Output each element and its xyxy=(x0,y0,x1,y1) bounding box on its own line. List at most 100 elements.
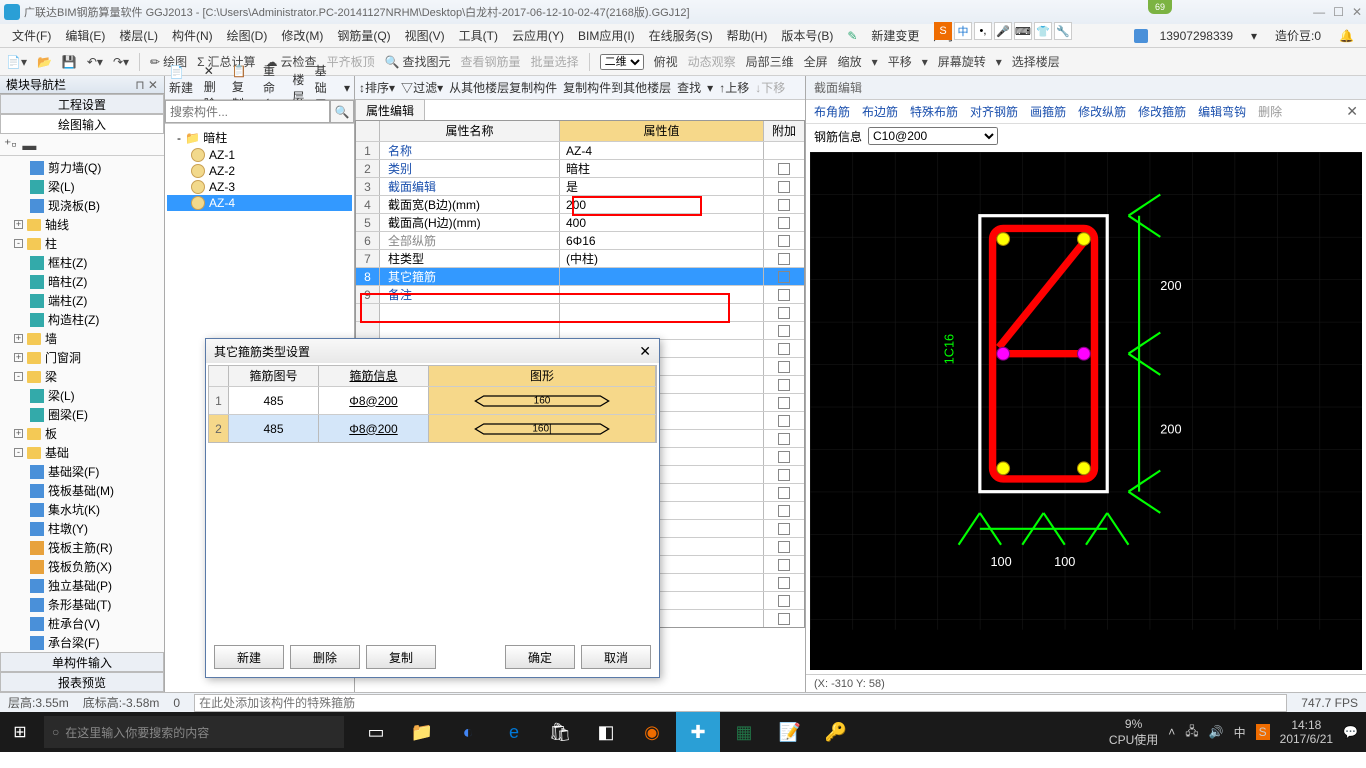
tab-hook[interactable]: 编辑弯钩 xyxy=(1198,103,1246,120)
save-icon[interactable]: 💾 xyxy=(62,55,77,69)
tray-ime1[interactable]: 中 xyxy=(1234,724,1246,741)
local3d-button[interactable]: 局部三维 xyxy=(746,53,794,70)
ime-skin-icon[interactable]: 👕 xyxy=(1034,22,1052,40)
app-chrome[interactable]: ◐ xyxy=(446,712,490,752)
sort-button[interactable]: ↕排序▾ xyxy=(359,79,395,96)
prop-row[interactable]: 5截面高(H边)(mm)400 xyxy=(356,213,804,231)
ime-punct[interactable]: •, xyxy=(974,22,992,40)
tree-node[interactable]: 暗柱(Z) xyxy=(0,272,164,291)
filter-button[interactable]: ▽过滤▾ xyxy=(401,79,443,96)
dlg-ok-button[interactable]: 确定 xyxy=(505,645,575,669)
redo-icon[interactable]: ↷▾ xyxy=(113,55,129,69)
pan-button[interactable]: 平移 xyxy=(888,53,912,70)
close-icon[interactable]: ✕ xyxy=(1352,5,1362,19)
new-change-button[interactable]: 新建变更 xyxy=(865,25,925,46)
menu-cloud[interactable]: 云应用(Y) xyxy=(506,25,570,46)
tab-modv[interactable]: 修改纵筋 xyxy=(1078,103,1126,120)
component-tree[interactable]: - 📁 暗柱 AZ-1 AZ-2 AZ-3 AZ-4 xyxy=(165,124,354,215)
prop-row[interactable]: 2类别暗柱 xyxy=(356,159,804,177)
copy-to-button[interactable]: 复制构件到其他楼层 xyxy=(563,79,671,96)
tree-node[interactable]: 现浇板(B) xyxy=(0,196,164,215)
tree-node[interactable]: 条形基础(T) xyxy=(0,595,164,614)
search-input[interactable] xyxy=(165,100,330,123)
component-item[interactable]: AZ-1 xyxy=(167,147,352,163)
menu-edit[interactable]: 编辑(E) xyxy=(59,25,111,46)
nav-tab-settings[interactable]: 工程设置 xyxy=(0,94,164,114)
app-misc2[interactable]: ◉ xyxy=(630,712,674,752)
tree-node[interactable]: 筏板负筋(X) xyxy=(0,557,164,576)
menu-file[interactable]: 文件(F) xyxy=(6,25,57,46)
nav-tab-single[interactable]: 单构件输入 xyxy=(0,652,164,672)
component-item[interactable]: AZ-2 xyxy=(167,163,352,179)
tree-node[interactable]: 筏板基础(M) xyxy=(0,481,164,500)
ime-lang[interactable]: 中 xyxy=(954,22,972,40)
menu-rebar[interactable]: 钢筋量(Q) xyxy=(331,25,396,46)
pin-icon[interactable]: ⊓ ✕ xyxy=(135,78,158,92)
tree-node[interactable]: -梁 xyxy=(0,367,164,386)
start-button[interactable]: ⊞ xyxy=(0,712,40,752)
search-button[interactable]: 🔍 xyxy=(330,100,354,123)
menu-tool[interactable]: 工具(T) xyxy=(453,25,504,46)
tab-special[interactable]: 特殊布筋 xyxy=(910,103,958,120)
tab-edge[interactable]: 布边筋 xyxy=(862,103,898,120)
section-canvas[interactable]: 200 200 100 100 1C16 xyxy=(810,152,1362,670)
new-file-icon[interactable]: 📄▾ xyxy=(6,55,27,69)
dlg-copy-button[interactable]: 复制 xyxy=(366,645,436,669)
tree-node[interactable]: +墙 xyxy=(0,329,164,348)
up-button[interactable]: ↑上移 xyxy=(719,79,749,96)
prop-tab[interactable]: 属性编辑 xyxy=(355,99,425,122)
app-taskview[interactable]: ▭ xyxy=(354,712,398,752)
find-prop-button[interactable]: 查找 xyxy=(677,79,701,96)
menu-modify[interactable]: 修改(M) xyxy=(275,25,329,46)
app-edge[interactable]: е xyxy=(492,712,536,752)
full-button[interactable]: 全屏 xyxy=(804,53,828,70)
app-note[interactable]: 📝 xyxy=(768,712,812,752)
ime-keyboard-icon[interactable]: ⌨ xyxy=(1014,22,1032,40)
tab-align[interactable]: 对齐钢筋 xyxy=(970,103,1018,120)
rot-button[interactable]: 屏幕旋转 xyxy=(938,53,986,70)
prop-row[interactable]: 4截面宽(B边)(mm)200 xyxy=(356,195,804,213)
dyn-button[interactable]: 动态观察 xyxy=(688,53,736,70)
tree-node[interactable]: +轴线 xyxy=(0,215,164,234)
prop-row[interactable]: 8其它箍筋 xyxy=(356,267,804,285)
tree-node[interactable]: 柱墩(Y) xyxy=(0,519,164,538)
find-button[interactable]: 🔍 查找图元 xyxy=(385,53,451,70)
app-ggj[interactable]: ✚ xyxy=(676,712,720,752)
menu-version[interactable]: 版本号(B) xyxy=(775,25,839,46)
view-rebar-button[interactable]: 查看钢筋量 xyxy=(461,53,521,70)
tree-node[interactable]: 构造柱(Z) xyxy=(0,310,164,329)
tree-node[interactable]: 基础梁(F) xyxy=(0,462,164,481)
open-icon[interactable]: 📂 xyxy=(37,55,52,69)
dlg-cancel-button[interactable]: 取消 xyxy=(581,645,651,669)
dim-select[interactable]: 二维 xyxy=(600,54,644,70)
prop-row[interactable]: 7柱类型(中柱) xyxy=(356,249,804,267)
status-input[interactable] xyxy=(194,694,1287,712)
ime-mic-icon[interactable]: 🎤 xyxy=(994,22,1012,40)
bell-icon[interactable]: 🔔 xyxy=(1333,27,1360,45)
menu-draw[interactable]: 绘图(D) xyxy=(221,25,274,46)
minimize-icon[interactable]: — xyxy=(1313,5,1325,19)
tab-mods[interactable]: 修改箍筋 xyxy=(1138,103,1186,120)
nav-tab-draw[interactable]: 绘图输入 xyxy=(0,114,164,134)
dialog-row[interactable]: 1485Φ8@200160 xyxy=(209,386,656,414)
app-folder[interactable]: 📁 xyxy=(400,712,444,752)
tray-net-icon[interactable]: 🖧 xyxy=(1185,722,1198,743)
avatar-icon[interactable] xyxy=(1134,29,1148,43)
tree-node[interactable]: 承台梁(F) xyxy=(0,633,164,652)
menu-help[interactable]: 帮助(H) xyxy=(721,25,774,46)
tab-delete[interactable]: 删除 xyxy=(1258,103,1282,120)
tab-corner[interactable]: 布角筋 xyxy=(814,103,850,120)
app-store[interactable]: 🛍 xyxy=(538,712,582,752)
layer-add-icon[interactable]: ⁺▫ xyxy=(4,136,16,153)
prop-row[interactable]: 3截面编辑是 xyxy=(356,177,804,195)
tab-stirrup[interactable]: 画箍筋 xyxy=(1030,103,1066,120)
nav-tree[interactable]: 剪力墙(Q)梁(L)现浇板(B)+轴线-柱框柱(Z)暗柱(Z)端柱(Z)构造柱(… xyxy=(0,156,164,652)
prop-row[interactable]: 6全部纵筋6Φ16 xyxy=(356,231,804,249)
tree-node[interactable]: 剪力墙(Q) xyxy=(0,158,164,177)
tree-node[interactable]: 端柱(Z) xyxy=(0,291,164,310)
nav-tab-report[interactable]: 报表预览 xyxy=(0,672,164,692)
prop-row[interactable]: 9备注 xyxy=(356,285,804,303)
dialog-row[interactable]: 2485Φ8@200160| xyxy=(209,414,656,442)
zoom-button[interactable]: 缩放 xyxy=(838,53,862,70)
tray-ime2[interactable]: S xyxy=(1256,724,1270,740)
